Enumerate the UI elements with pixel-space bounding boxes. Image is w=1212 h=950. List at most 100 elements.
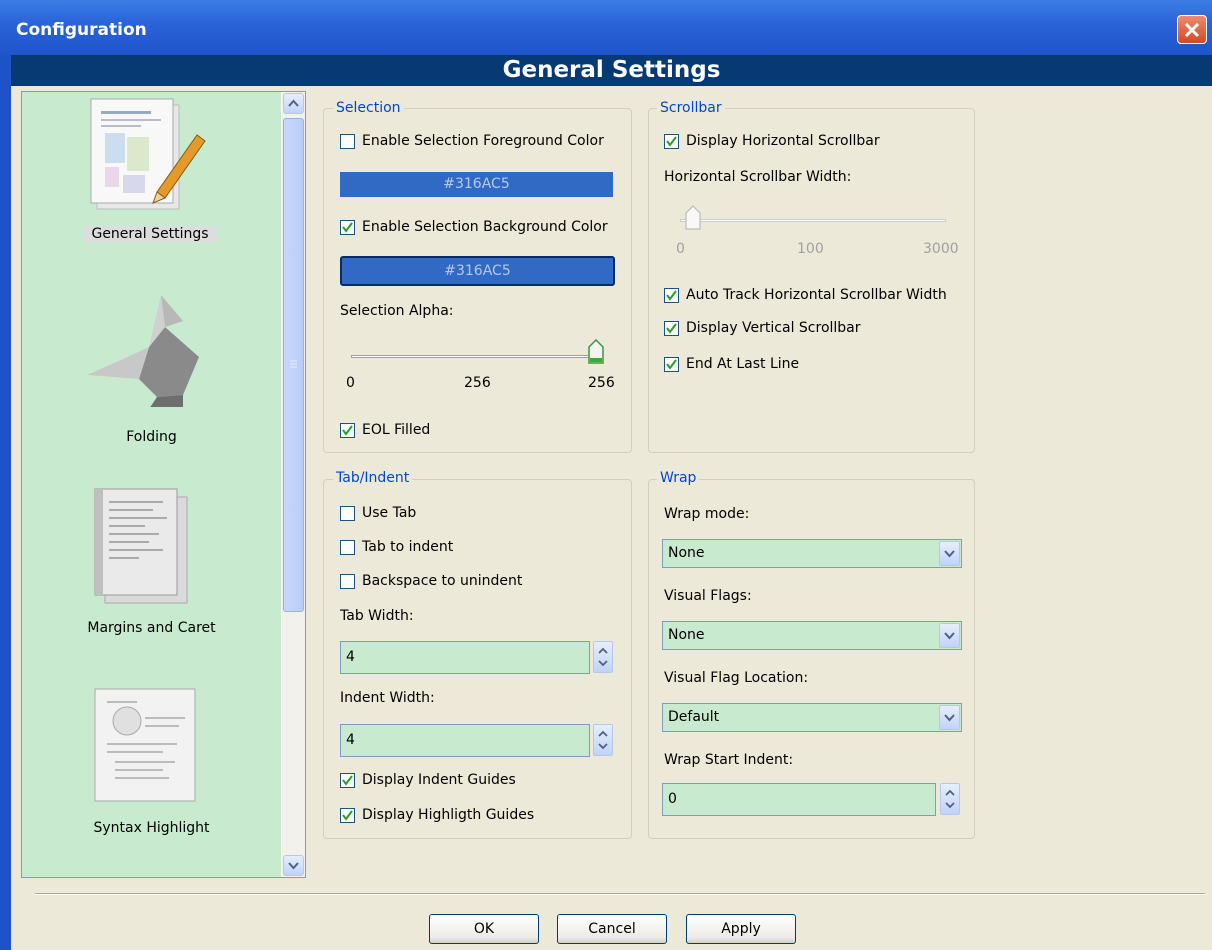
alpha-value-label: 256 <box>464 375 491 391</box>
visual-flag-location-dropdown-button[interactable] <box>939 705 960 730</box>
close-button[interactable] <box>1177 15 1207 44</box>
close-icon <box>1184 22 1200 38</box>
selection-alpha-track <box>351 355 599 358</box>
tab-width-stepper[interactable] <box>593 641 613 673</box>
selection-alpha-label: Selection Alpha: <box>340 303 454 319</box>
scroll-up-button[interactable] <box>283 93 304 114</box>
wrap-mode-dropdown-button[interactable] <box>939 541 960 566</box>
chevron-down-icon <box>944 550 955 558</box>
indent-guides-label: Display Indent Guides <box>362 772 516 788</box>
apply-button[interactable]: Apply <box>686 914 796 944</box>
end-at-last-line-checkbox[interactable] <box>664 357 679 372</box>
syntax-highlight-icon <box>94 688 196 802</box>
sidebar-item-folding[interactable]: Folding <box>22 287 281 457</box>
selection-legend: Selection <box>333 100 404 116</box>
tab-indent-legend: Tab/Indent <box>333 470 413 486</box>
selection-fg-label: Enable Selection Foreground Color <box>362 133 604 149</box>
display-v-scrollbar-checkbox[interactable] <box>664 321 679 336</box>
selection-bg-label: Enable Selection Background Color <box>362 219 608 235</box>
visual-flag-location-label: Visual Flag Location: <box>664 670 809 686</box>
cancel-button[interactable]: Cancel <box>557 914 667 944</box>
sidebar-item-label: Margins and Caret <box>87 620 216 636</box>
wrap-start-indent-input[interactable]: 0 <box>662 783 936 816</box>
selection-fg-checkbox[interactable] <box>340 134 355 149</box>
visual-flag-location-select[interactable]: Default <box>662 703 962 732</box>
selection-alpha-slider[interactable] <box>587 339 605 365</box>
eol-filled-label: EOL Filled <box>362 422 431 438</box>
visual-flags-select[interactable]: None <box>662 621 962 650</box>
visual-flag-location-value: Default <box>668 709 720 725</box>
chevron-down-icon <box>944 714 955 722</box>
h-width-min-label: 0 <box>676 241 685 257</box>
check-icon <box>342 222 353 233</box>
wrap-mode-value: None <box>668 545 705 561</box>
tab-width-input[interactable]: 4 <box>340 641 590 674</box>
h-width-slider[interactable] <box>684 205 702 231</box>
selection-fg-color-button[interactable]: #316AC5 <box>340 172 613 197</box>
tab-to-indent-checkbox[interactable] <box>340 540 355 555</box>
check-icon <box>342 425 353 436</box>
check-icon <box>666 359 677 370</box>
ok-button[interactable]: OK <box>429 914 539 944</box>
wrap-legend: Wrap <box>657 470 700 486</box>
selection-bg-checkbox[interactable] <box>340 220 355 235</box>
alpha-min-label: 0 <box>346 375 355 391</box>
chevron-down-icon <box>288 862 299 870</box>
indent-width-input[interactable]: 4 <box>340 724 590 757</box>
chevron-up-icon <box>288 99 299 107</box>
h-width-max-label: 3000 <box>923 241 959 257</box>
alpha-max-label: 256 <box>588 375 615 391</box>
auto-track-checkbox[interactable] <box>664 288 679 303</box>
margins-caret-icon <box>94 488 188 604</box>
tab-to-indent-label: Tab to indent <box>362 539 454 555</box>
h-scrollbar-width-label: Horizontal Scrollbar Width: <box>664 169 852 185</box>
wrap-start-indent-stepper[interactable] <box>940 783 960 815</box>
highlight-guides-checkbox[interactable] <box>340 808 355 823</box>
indent-guides-checkbox[interactable] <box>340 773 355 788</box>
scrollbar-legend: Scrollbar <box>657 100 725 116</box>
check-icon <box>666 290 677 301</box>
use-tab-checkbox[interactable] <box>340 506 355 521</box>
scroll-down-button[interactable] <box>283 855 304 876</box>
window-title: Configuration <box>16 20 147 40</box>
sidebar-item-label: Folding <box>126 429 177 445</box>
sidebar-item-margins-caret[interactable]: Margins and Caret <box>22 487 281 657</box>
scroll-thumb[interactable] <box>283 118 304 612</box>
h-width-track <box>680 219 946 222</box>
eol-filled-checkbox[interactable] <box>340 423 355 438</box>
auto-track-label: Auto Track Horizontal Scrollbar Width <box>686 287 947 303</box>
sidebar-list: General Settings Folding Margins and Car <box>22 92 281 877</box>
grip-icon <box>290 360 297 368</box>
indent-width-stepper[interactable] <box>593 724 613 756</box>
sidebar-item-label: Syntax Highlight <box>93 820 210 836</box>
wrap-start-indent-label: Wrap Start Indent: <box>664 752 794 768</box>
end-at-last-line-label: End At Last Line <box>686 356 800 372</box>
highlight-guides-label: Display Highligth Guides <box>362 807 535 823</box>
indent-width-label: Indent Width: <box>340 690 435 706</box>
visual-flags-dropdown-button[interactable] <box>939 623 960 648</box>
general-settings-icon <box>90 98 206 210</box>
backspace-unindent-checkbox[interactable] <box>340 574 355 589</box>
page-title: General Settings <box>11 55 1212 86</box>
chevron-down-icon <box>944 632 955 640</box>
spin-arrows-icon <box>598 730 608 750</box>
spin-arrows-icon <box>945 789 955 809</box>
sidebar-scrollbar[interactable] <box>282 92 305 877</box>
sidebar-item-label: General Settings <box>83 226 217 242</box>
selection-bg-color-button[interactable]: #316AC5 <box>340 256 615 286</box>
backspace-unindent-label: Backspace to unindent <box>362 573 523 589</box>
display-h-scrollbar-label: Display Horizontal Scrollbar <box>686 133 880 149</box>
folding-icon <box>87 295 199 407</box>
visual-flags-label: Visual Flags: <box>664 588 752 604</box>
sidebar-item-syntax-highlight[interactable]: Syntax Highlight <box>22 687 281 857</box>
sidebar-item-general-settings[interactable]: General Settings <box>22 92 281 262</box>
check-icon <box>342 810 353 821</box>
title-bar <box>0 0 1212 60</box>
display-h-scrollbar-checkbox[interactable] <box>664 134 679 149</box>
check-icon <box>666 136 677 147</box>
visual-flags-value: None <box>668 627 705 643</box>
scrollbar-group <box>648 108 975 453</box>
use-tab-label: Use Tab <box>362 505 417 521</box>
wrap-mode-select[interactable]: None <box>662 539 962 568</box>
display-v-scrollbar-label: Display Vertical Scrollbar <box>686 320 861 336</box>
